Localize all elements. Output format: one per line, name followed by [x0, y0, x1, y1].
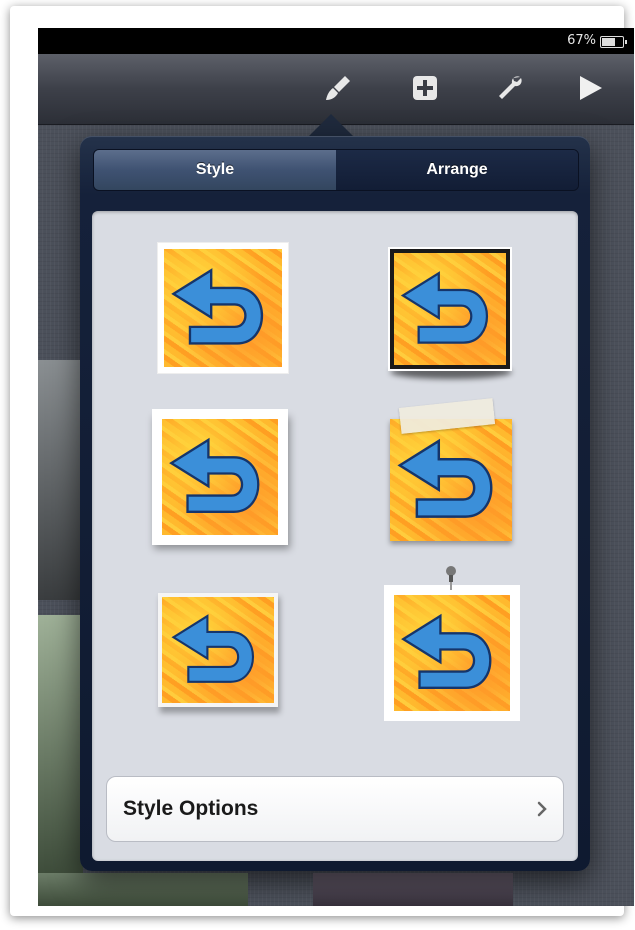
arrow-icon	[169, 437, 260, 513]
arrow-icon	[171, 614, 254, 683]
chevron-right-icon	[537, 801, 547, 817]
background-photo	[38, 615, 83, 906]
status-bar: 67%	[38, 28, 634, 54]
style-options-label: Style Options	[123, 797, 259, 820]
battery-icon	[600, 36, 627, 48]
format-popover: Style Arrange Style Options	[80, 136, 590, 871]
device-screen: 67% Style Arrange Style Options	[38, 28, 634, 906]
tools-button[interactable]	[488, 68, 532, 108]
image-thumbnail	[390, 419, 512, 541]
arrow-icon	[400, 271, 488, 344]
arrow-icon	[401, 613, 492, 689]
background-photo	[38, 360, 83, 600]
image-thumbnail	[394, 595, 510, 711]
screenshot-frame: 67% Style Arrange Style Options	[10, 6, 634, 916]
style-preset-pushpin[interactable]	[384, 563, 520, 723]
style-preset-drop-shadow[interactable]	[388, 247, 514, 379]
tab-style[interactable]: Style	[94, 150, 336, 190]
add-icon	[413, 76, 437, 100]
pushpin-icon	[446, 566, 456, 590]
image-thumbnail	[162, 597, 274, 703]
paintbrush-icon	[326, 76, 350, 100]
image-thumbnail	[164, 249, 282, 367]
battery-percentage: 67%	[567, 33, 596, 48]
image-thumbnail	[394, 253, 506, 365]
arrow-icon	[397, 438, 493, 518]
background-photo	[38, 873, 248, 906]
tab-arrange[interactable]: Arrange	[336, 150, 578, 190]
play-button[interactable]	[568, 68, 612, 108]
style-options-button[interactable]: Style Options	[106, 776, 564, 842]
add-button[interactable]	[403, 68, 447, 108]
style-preset-tape[interactable]	[386, 398, 516, 543]
style-presets-panel: Style Options	[92, 211, 578, 861]
play-icon	[580, 76, 602, 100]
arrow-icon	[171, 268, 264, 345]
paintbrush-button[interactable]	[316, 68, 360, 108]
battery-fill	[602, 38, 616, 46]
background-photo	[313, 873, 513, 906]
style-preset-torn-edges[interactable]	[158, 593, 282, 713]
segmented-control: Style Arrange	[93, 149, 579, 191]
wrench-icon	[499, 76, 522, 99]
image-thumbnail	[162, 419, 278, 535]
popover-arrow	[309, 114, 353, 136]
style-preset-border[interactable]	[158, 243, 288, 373]
style-preset-white-frame[interactable]	[152, 409, 292, 549]
